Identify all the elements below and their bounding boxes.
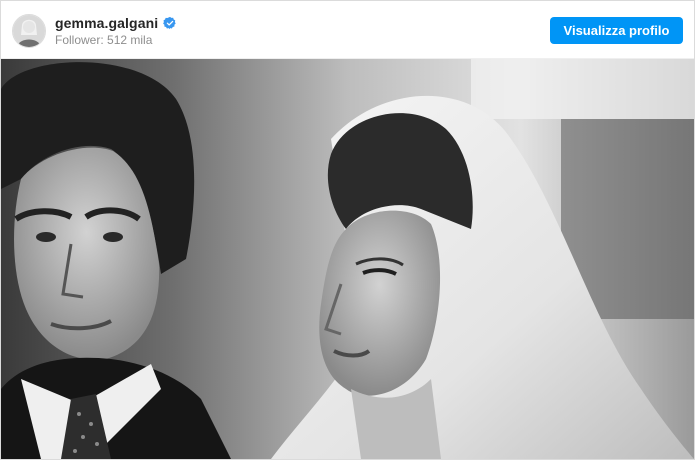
follower-count: Follower: 512 mila <box>55 33 153 47</box>
post-header: gemma.galgani Follower: 512 mila Visuali… <box>1 1 694 59</box>
avatar-image <box>13 15 45 47</box>
verified-badge-icon <box>163 16 176 30</box>
post-photo[interactable] <box>1 59 694 459</box>
profile-avatar[interactable] <box>12 14 46 48</box>
instagram-embed: gemma.galgani Follower: 512 mila Visuali… <box>0 0 695 460</box>
username[interactable]: gemma.galgani <box>55 15 158 31</box>
view-profile-button[interactable]: Visualizza profilo <box>550 17 683 44</box>
username-row: gemma.galgani <box>55 15 177 31</box>
